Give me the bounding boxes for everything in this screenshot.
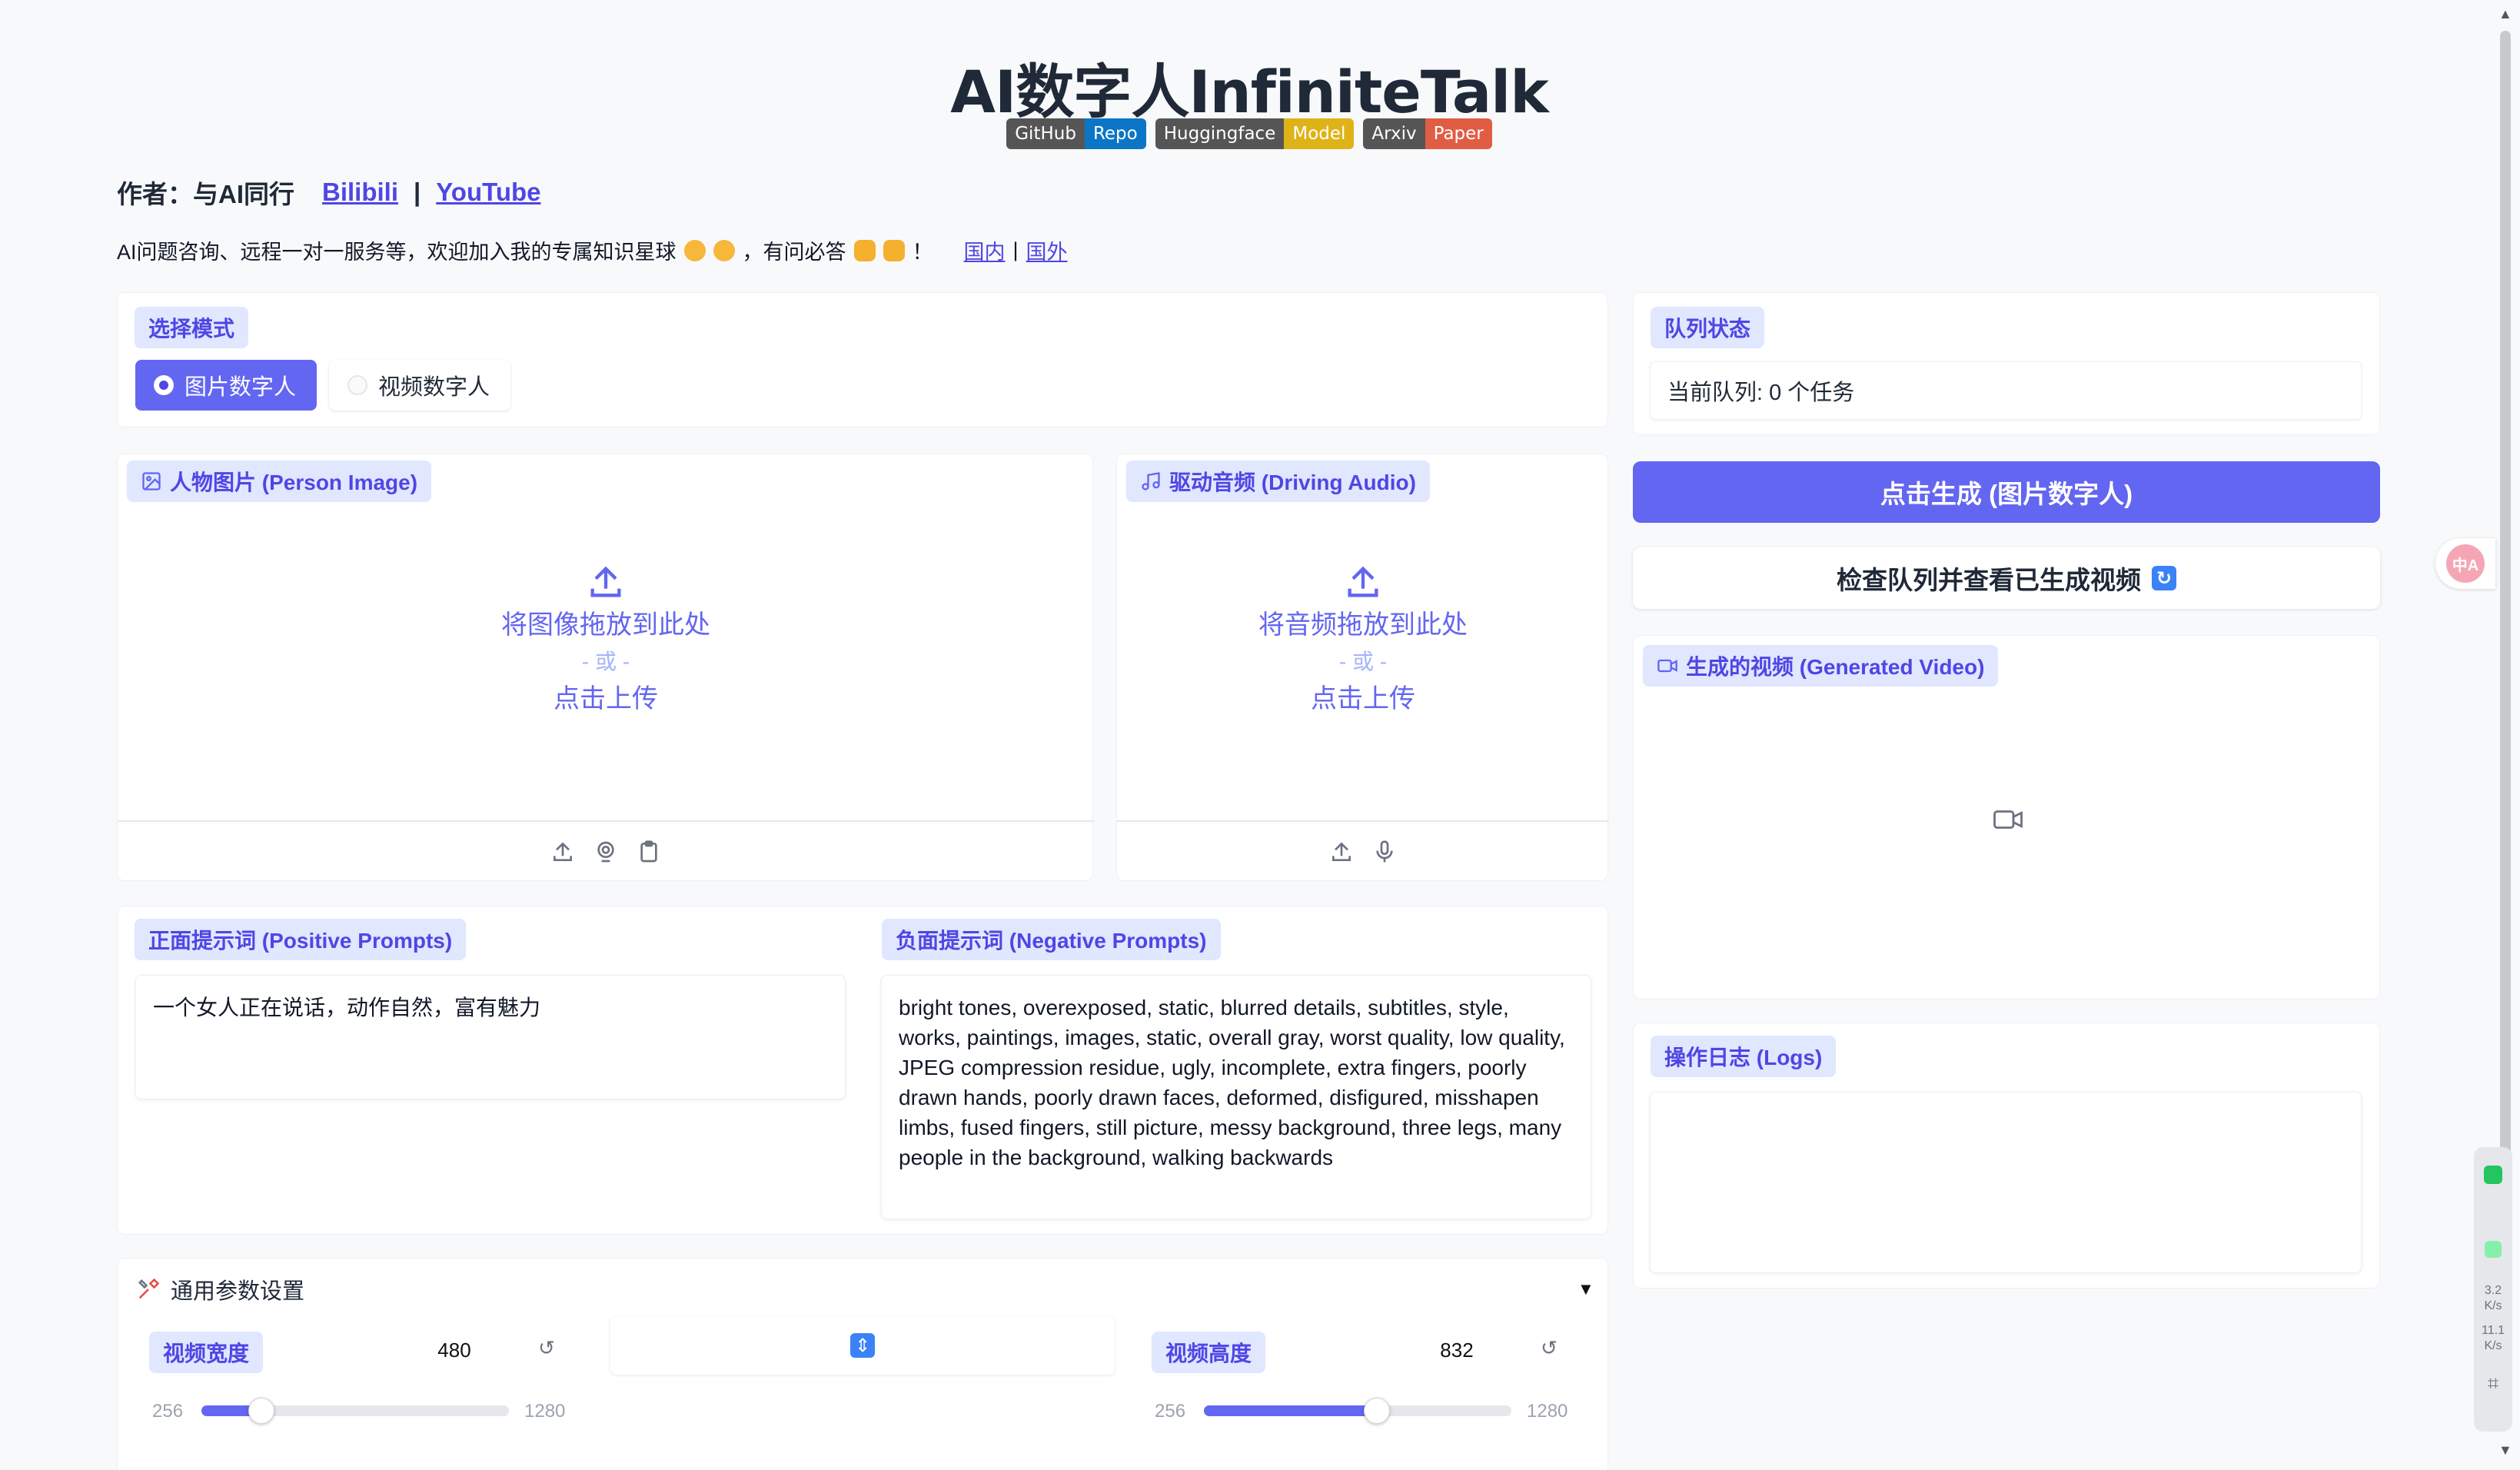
video-height-slider-fill	[1204, 1405, 1377, 1416]
driving-audio-toolbar	[1117, 820, 1609, 882]
promo-mid: ，有问必答	[742, 241, 846, 264]
huggingface-badge[interactable]: Huggingface Model	[1155, 118, 1355, 149]
radio-checked-icon	[154, 375, 174, 395]
video-height-reset-icon[interactable]: ↺	[1541, 1336, 1558, 1360]
badge-row: GitHub Repo Huggingface Model Arxiv Pape…	[0, 118, 2498, 149]
video-height-max: 1280	[1527, 1401, 1568, 1422]
negative-prompt-input[interactable]: bright tones, overexposed, static, blurr…	[881, 975, 1591, 1219]
bilibili-link[interactable]: Bilibili	[322, 178, 398, 207]
clipboard-icon[interactable]	[637, 840, 661, 864]
generated-video-label: 生成的视频 (Generated Video)	[1643, 645, 1999, 687]
translate-icon: 中A	[2446, 544, 2485, 583]
person-image-toolbar	[118, 820, 1094, 882]
video-width-min: 256	[152, 1401, 184, 1422]
scroll-down-icon[interactable]: ▼	[2498, 1442, 2512, 1458]
queue-label: 队列状态	[1651, 307, 1765, 348]
author-line: 作者：与AI同行 Bilibili | YouTube	[117, 174, 541, 211]
person-image-upload[interactable]: 人物图片 (Person Image) 将图像拖放到此处 - 或 - 点击上传	[117, 454, 1094, 882]
upload-icon	[1348, 566, 1378, 597]
hug-emoji-icon	[683, 239, 706, 261]
translate-button[interactable]: 中A	[2435, 538, 2495, 589]
upload-icon	[590, 566, 621, 597]
status-icon	[2485, 1241, 2502, 1258]
author-label: 作者：与AI同行	[117, 180, 294, 208]
driving-audio-upload[interactable]: 驱动音频 (Driving Audio) 将音频拖放到此处 - 或 - 点击上传	[1116, 454, 1609, 882]
net-up-value: 3.2	[2484, 1284, 2502, 1297]
hug-emoji-icon	[713, 239, 735, 261]
promo-text: AI问题咨询、远程一对一服务等，欢迎加入我的专属知识星球	[117, 241, 677, 264]
swap-vertical-icon: ⇕	[850, 1333, 875, 1358]
scroll-up-icon[interactable]: ▲	[2498, 6, 2512, 22]
video-height-input[interactable]: 832	[1384, 1330, 1530, 1370]
webcam-icon[interactable]	[593, 840, 618, 864]
arxiv-badge[interactable]: Arxiv Paper	[1363, 118, 1492, 149]
video-icon	[1657, 659, 1677, 673]
generate-button[interactable]: 点击生成 (图片数字人)	[1633, 461, 2380, 523]
promo-line: AI问题咨询、远程一对一服务等，欢迎加入我的专属知识星球 ，有问必答 ！ 国内 …	[117, 235, 1068, 265]
video-height-min: 256	[1155, 1401, 1186, 1422]
video-height-slider[interactable]	[1204, 1398, 1511, 1424]
video-width-slider[interactable]	[201, 1398, 509, 1424]
promo-separator: |	[1012, 238, 1019, 261]
flex-arm-icon	[853, 239, 876, 261]
swap-dimensions-button[interactable]: ⇕	[610, 1316, 1115, 1375]
chart-icon[interactable]: ⌗	[2488, 1372, 2499, 1396]
image-icon	[142, 472, 161, 491]
network-monitor: 3.2 K/s 11.1 K/s ⌗	[2474, 1147, 2512, 1432]
abroad-link[interactable]: 国外	[1026, 235, 1068, 265]
mode-option-image[interactable]: 图片数字人	[135, 360, 317, 411]
video-width-label: 视频宽度	[149, 1332, 264, 1373]
mode-label: 选择模式	[135, 307, 249, 348]
youtube-link[interactable]: YouTube	[436, 178, 540, 207]
person-image-dropzone[interactable]: 将图像拖放到此处 - 或 - 点击上传	[118, 562, 1094, 717]
flex-arm-icon	[883, 239, 905, 261]
video-width-reset-icon[interactable]: ↺	[538, 1336, 555, 1360]
domestic-link[interactable]: 国内	[964, 235, 1006, 265]
github-badge[interactable]: GitHub Repo	[1006, 118, 1146, 149]
positive-prompt-label: 正面提示词 (Positive Prompts)	[135, 919, 467, 960]
tools-icon	[138, 1278, 160, 1299]
upload-icon[interactable]	[550, 840, 575, 864]
page-title: AI数字人InfiniteTalk	[950, 58, 1549, 126]
video-width-input[interactable]: 480	[381, 1330, 527, 1370]
refresh-icon: ↻	[2152, 566, 2176, 590]
video-height-slider-thumb[interactable]	[1364, 1398, 1390, 1424]
logs-output	[1650, 1092, 2362, 1273]
author-separator: |	[414, 178, 421, 206]
video-width-max: 1280	[524, 1401, 566, 1422]
shield-check-icon	[2484, 1166, 2502, 1184]
generated-video-panel: 生成的视频 (Generated Video)	[1633, 635, 2380, 999]
radio-unchecked-icon	[347, 375, 367, 395]
net-up-unit: K/s	[2484, 1299, 2502, 1312]
music-icon	[1142, 472, 1160, 491]
microphone-icon[interactable]	[1372, 840, 1397, 864]
settings-accordion-toggle[interactable]: 通用参数设置	[137, 1273, 304, 1305]
mode-option-video[interactable]: 视频数字人	[329, 360, 510, 411]
page-scrollbar[interactable]	[2500, 31, 2511, 1184]
upload-icon[interactable]	[1329, 840, 1354, 864]
promo-end: ！	[912, 241, 933, 264]
logs-label: 操作日志 (Logs)	[1651, 1036, 1837, 1077]
check-queue-button[interactable]: 检查队列并查看已生成视频 ↻	[1633, 547, 2380, 609]
net-down-unit: K/s	[2484, 1339, 2502, 1352]
video-placeholder-icon	[1993, 810, 2023, 829]
negative-prompt-label: 负面提示词 (Negative Prompts)	[882, 919, 1221, 960]
chevron-down-icon[interactable]: ▼	[1577, 1279, 1594, 1299]
video-height-label: 视频高度	[1152, 1332, 1266, 1373]
queue-status: 当前队列: 0 个任务	[1650, 361, 2362, 420]
net-down-value: 11.1	[2482, 1324, 2505, 1337]
person-image-label: 人物图片 (Person Image)	[127, 461, 432, 502]
driving-audio-dropzone[interactable]: 将音频拖放到此处 - 或 - 点击上传	[1117, 562, 1609, 717]
driving-audio-label: 驱动音频 (Driving Audio)	[1126, 461, 1430, 502]
positive-prompt-input[interactable]: 一个女人正在说话，动作自然，富有魅力	[135, 975, 846, 1099]
